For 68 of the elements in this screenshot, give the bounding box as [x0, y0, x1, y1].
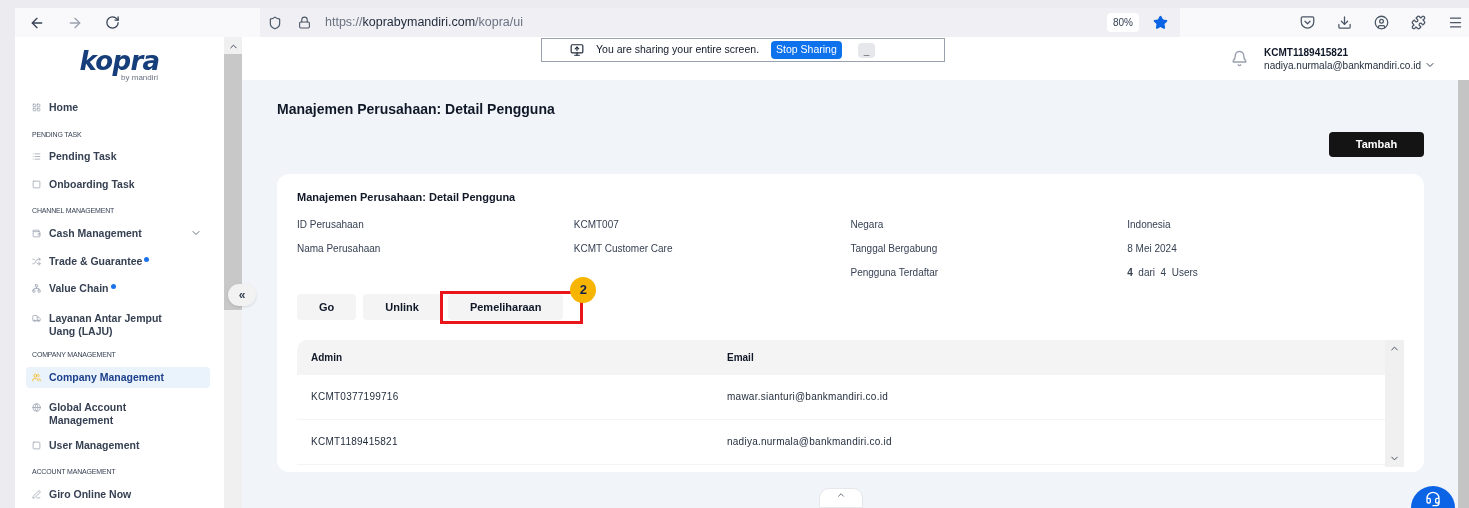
share-message: You are sharing your entire screen.: [596, 42, 760, 58]
share-screen-icon: [570, 43, 584, 57]
truck-icon: [32, 314, 41, 324]
user-id: KCMT1189415821: [1264, 45, 1350, 59]
table-scrollbar[interactable]: [1385, 339, 1404, 467]
action-button[interactable]: Go: [297, 293, 357, 320]
field-label: ID Perusahaan: [297, 217, 365, 232]
sidebar-item[interactable]: Cash Management: [26, 223, 210, 244]
wallet-icon: [32, 229, 41, 238]
sidebar-item[interactable]: Home: [26, 97, 210, 119]
grid-icon: [32, 103, 41, 113]
field-label: Pengguna Terdaftar: [850, 265, 940, 280]
zoom-level[interactable]: 80%: [1107, 13, 1139, 32]
user-menu[interactable]: nadiya.nurmala@bankmandiri.co.id: [1264, 58, 1436, 72]
menu-icon[interactable]: [1448, 15, 1463, 30]
shield-icon: [268, 15, 282, 30]
action-button[interactable]: Unlink: [363, 293, 441, 320]
bell-icon[interactable]: [1231, 50, 1249, 67]
field-value: KCMT Customer Care: [573, 241, 674, 256]
url-text: https://koprabymandiri.com/kopra/ui: [325, 14, 524, 32]
headset-icon: [1425, 491, 1441, 507]
card-title: Manajemen Perusahaan: Detail Pengguna: [297, 190, 517, 205]
logo-tagline: by mandiri: [121, 72, 158, 82]
action-button[interactable]: Pemeliharaan: [447, 293, 564, 320]
network-icon: [32, 284, 41, 293]
shuffle-icon: [32, 256, 41, 266]
table-cell-text: nadiya.nurmala@bankmandiri.co.id: [727, 435, 893, 450]
sidebar-item[interactable]: User Management: [26, 434, 210, 456]
download-icon[interactable]: [1337, 15, 1352, 30]
sidebar-item[interactable]: Trade & Guarantee: [26, 250, 210, 272]
hide-button[interactable]: _: [857, 42, 876, 58]
page-scrollbar[interactable]: [1458, 80, 1469, 508]
field-label: Tanggal Bergabung: [850, 241, 939, 256]
sidebar-item[interactable]: Pending Task: [26, 146, 210, 168]
sidebar-item[interactable]: Layanan Antar Jemput Uang (LAJU): [26, 308, 210, 343]
field-value: Indonesia: [1127, 217, 1172, 232]
column-header: Email: [727, 350, 755, 365]
square-icon: [32, 179, 41, 189]
field-value: 8 Mei 2024: [1127, 241, 1178, 256]
table-cell-text: mawar.sianturi@bankmandiri.co.id: [727, 390, 889, 405]
column-header: Admin: [311, 350, 344, 365]
field-label: Negara: [850, 217, 885, 232]
stop-sharing-button[interactable]: Stop Sharing: [771, 41, 842, 59]
pocket-icon[interactable]: [1300, 15, 1315, 30]
globe-icon: [32, 403, 41, 413]
step-number: 2: [570, 276, 597, 303]
reload-icon[interactable]: [105, 15, 120, 30]
sidebar-item[interactable]: Company Management: [26, 367, 210, 389]
list-icon: [32, 152, 41, 162]
extensions-icon[interactable]: [1411, 15, 1426, 30]
table-cell-text: KCMT0377199716: [311, 390, 400, 405]
page-title: Manajemen Perusahaan: Detail Pengguna: [277, 100, 556, 119]
field-label: Nama Perusahaan: [297, 241, 382, 256]
bookmark-star-icon[interactable]: [1153, 15, 1168, 30]
sidebar-item[interactable]: Value Chain: [26, 278, 210, 299]
square-icon: [32, 440, 41, 450]
account-icon[interactable]: [1374, 15, 1389, 30]
lock-icon: [298, 16, 311, 29]
sidebar-item[interactable]: Onboarding Task: [26, 173, 210, 195]
field-value: KCMT007: [573, 217, 620, 232]
add-button[interactable]: Tambah: [1329, 132, 1424, 157]
field-value: 4 dari 4 Users: [1127, 265, 1199, 280]
table-cell-text: KCMT1189415821: [311, 435, 399, 450]
people-icon: [32, 373, 41, 383]
sidebar-item[interactable]: Global Account Management: [26, 397, 210, 432]
address-bar[interactable]: https://koprabymandiri.com/kopra/ui 80%: [260, 8, 1180, 37]
sidebar-item[interactable]: Giro Online Now: [26, 483, 210, 505]
pen-icon: [32, 489, 41, 499]
